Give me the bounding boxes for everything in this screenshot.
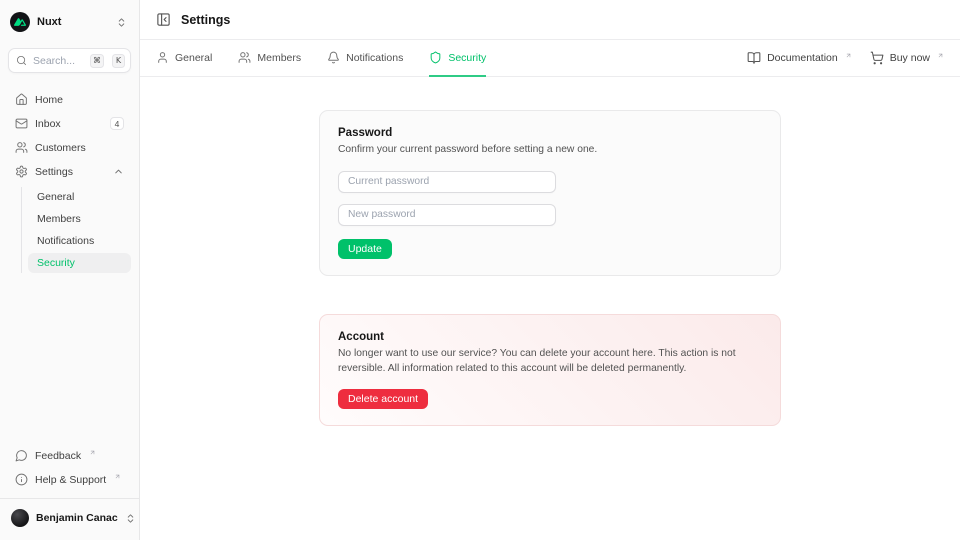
subnav-label: Members	[37, 213, 81, 225]
search-icon	[16, 55, 27, 66]
sidebar-item-members[interactable]: Members	[28, 209, 131, 229]
tab-label: General	[175, 52, 212, 64]
sidebar-collapse-button[interactable]	[156, 12, 171, 27]
footer-item-label: Feedback	[35, 450, 81, 462]
chevron-up-down-icon	[116, 17, 127, 28]
sidebar-item-home[interactable]: Home	[8, 89, 131, 110]
account-card: Account No longer want to use our servic…	[319, 314, 781, 426]
password-card-description: Confirm your current password before set…	[338, 143, 762, 158]
sidebar-item-notifications[interactable]: Notifications	[28, 231, 131, 251]
arrow-up-right-icon	[937, 52, 944, 59]
subnav-label: Security	[37, 257, 75, 269]
kbd-k: K	[112, 54, 125, 68]
settings-tabbar: General Members Notifications Security D…	[140, 40, 960, 77]
sidebar-item-general[interactable]: General	[28, 187, 131, 207]
sidebar-item-customers[interactable]: Customers	[8, 137, 131, 158]
user-menu[interactable]: Benjamin Canac	[8, 502, 131, 534]
subnav-label: Notifications	[37, 235, 94, 247]
chevron-up-down-icon	[125, 513, 136, 524]
sidebar-item-label: Customers	[35, 142, 86, 154]
user-name: Benjamin Canac	[36, 512, 118, 524]
account-card-title: Account	[338, 331, 762, 343]
workspace-switcher[interactable]: Nuxt	[8, 10, 131, 34]
arrow-up-right-icon	[845, 52, 852, 59]
settings-security-content: Password Confirm your current password b…	[140, 77, 960, 540]
sidebar-item-security[interactable]: Security	[28, 253, 131, 273]
search-field[interactable]	[33, 55, 84, 67]
page-header: Settings	[140, 0, 960, 40]
password-card: Password Confirm your current password b…	[319, 110, 781, 276]
update-password-button[interactable]: Update	[338, 239, 392, 259]
new-password-field[interactable]	[338, 204, 556, 226]
feedback-link[interactable]: Feedback	[8, 445, 131, 466]
tab-label: Notifications	[346, 52, 403, 64]
tab-members[interactable]: Members	[238, 40, 301, 77]
toplink-label: Documentation	[767, 52, 838, 64]
main-area: Settings General Members Notifications S…	[140, 0, 960, 540]
sidebar: Nuxt ⌘K Home Inbox 4 Customers Settings	[0, 0, 140, 540]
inbox-count-badge: 4	[110, 117, 124, 130]
search-input[interactable]: ⌘K	[8, 48, 131, 73]
shield-icon	[429, 51, 442, 64]
book-open-icon	[747, 51, 761, 65]
users-icon	[15, 141, 28, 154]
home-icon	[15, 93, 28, 106]
password-form: Update	[338, 171, 762, 259]
panel-left-close-icon	[156, 12, 171, 27]
settings-subnav: General Members Notifications Security	[21, 187, 131, 273]
delete-account-button[interactable]: Delete account	[338, 389, 428, 409]
sidebar-item-label: Home	[35, 94, 63, 106]
sidebar-item-inbox[interactable]: Inbox 4	[8, 113, 131, 134]
page-title: Settings	[181, 13, 230, 27]
tab-security[interactable]: Security	[429, 40, 486, 77]
sidebar-nav: Home Inbox 4 Customers Settings General …	[8, 89, 131, 273]
chat-bubble-icon	[15, 449, 28, 462]
kbd-meta: ⌘	[90, 54, 104, 68]
info-icon	[15, 473, 28, 486]
account-card-description: No longer want to use our service? You c…	[338, 347, 762, 377]
sidebar-item-label: Settings	[35, 166, 73, 178]
current-password-field[interactable]	[338, 171, 556, 193]
nuxt-logo-icon	[10, 12, 30, 32]
workspace-name: Nuxt	[37, 16, 61, 28]
sidebar-item-label: Inbox	[35, 118, 61, 130]
bell-icon	[327, 51, 340, 64]
tab-label: Security	[448, 52, 486, 64]
tabbar-links: Documentation Buy now	[747, 40, 944, 76]
arrow-up-right-icon	[114, 473, 121, 480]
password-card-title: Password	[338, 127, 762, 139]
chevron-up-icon	[113, 166, 124, 177]
inbox-icon	[15, 117, 28, 130]
sidebar-footer: Feedback Help & Support Benjamin Canac	[8, 445, 131, 540]
arrow-up-right-icon	[89, 449, 96, 456]
subnav-label: General	[37, 191, 74, 203]
tab-general[interactable]: General	[156, 40, 212, 77]
users-icon	[238, 51, 251, 64]
buy-now-link[interactable]: Buy now	[870, 51, 944, 65]
tab-notifications[interactable]: Notifications	[327, 40, 403, 77]
help-support-link[interactable]: Help & Support	[8, 469, 131, 490]
gear-icon	[15, 165, 28, 178]
sidebar-item-settings[interactable]: Settings	[8, 161, 131, 182]
tab-label: Members	[257, 52, 301, 64]
avatar	[11, 509, 29, 527]
documentation-link[interactable]: Documentation	[747, 51, 852, 65]
footer-item-label: Help & Support	[35, 474, 106, 486]
toplink-label: Buy now	[890, 52, 930, 64]
cart-icon	[870, 51, 884, 65]
user-icon	[156, 51, 169, 64]
divider	[0, 498, 139, 499]
